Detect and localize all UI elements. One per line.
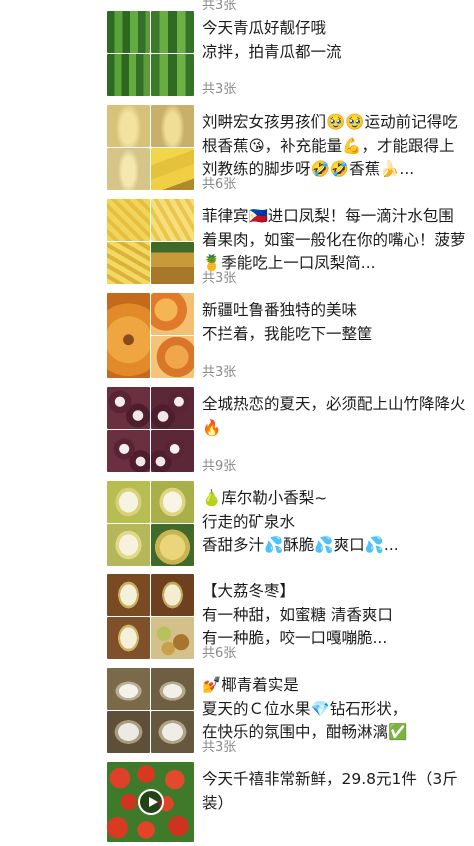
thumbnail[interactable]: [107, 148, 150, 190]
thumbnail[interactable]: [107, 617, 150, 659]
thumbnail[interactable]: [107, 430, 150, 472]
post[interactable]: 刘畊宏女孩男孩们🥹🥹运动前记得吃根香蕉😘，补充能量💪，才能跟得上刘教练的脚步呀🤣…: [0, 105, 474, 193]
thumbnail[interactable]: [151, 617, 194, 659]
post-text: 刘畊宏女孩男孩们🥹🥹运动前记得吃根香蕉😘，补充能量💪，才能跟得上刘教练的脚步呀🤣…: [202, 113, 458, 178]
post-text: 💅椰青着实是 夏天的Ｃ位水果💎钻石形状， 在快乐的氛围中，酣畅淋漓✅: [202, 676, 408, 741]
thumbnail[interactable]: [107, 711, 150, 753]
thumbnail[interactable]: [107, 199, 150, 241]
post[interactable]: 【大荔冬枣】 有一种甜，如蜜糖 清香爽口 有一种脆，咬一口嘎嘣脆... 共6张: [0, 574, 474, 662]
post[interactable]: 全城热恋的夏天，必须配上山竹降降火🔥 共9张: [0, 387, 474, 475]
thumbnail[interactable]: [107, 481, 150, 523]
image-count: 共3张: [202, 271, 237, 286]
post-text: 今天青瓜好靓仔哦 凉拌，拍青瓜都一流: [202, 19, 342, 61]
moments-feed: 共3张 今天青瓜好靓仔哦 凉拌，拍青瓜都一流 共3张 刘畊宏女孩男孩们🥹🥹运动前…: [0, 0, 474, 846]
thumbnail-grid[interactable]: [107, 668, 194, 753]
thumbnail[interactable]: [107, 668, 150, 710]
thumbnail[interactable]: [107, 105, 150, 147]
post[interactable]: 新疆吐鲁番独特的美味 不拦着，我能吃下一整筐 共3张: [0, 293, 474, 381]
post-text: 【大荔冬枣】 有一种甜，如蜜糖 清香爽口 有一种脆，咬一口嘎嘣脆...: [202, 582, 393, 647]
image-count: 共3张: [202, 82, 237, 97]
thumbnail[interactable]: [151, 668, 194, 710]
post[interactable]: 今天青瓜好靓仔哦 凉拌，拍青瓜都一流 共3张: [0, 11, 474, 99]
thumbnail[interactable]: [151, 293, 194, 335]
thumbnail[interactable]: [151, 11, 194, 53]
post-text: 🍐库尔勒小香梨~ 行走的矿泉水 香甜多汁💦酥脆💦爽口💦...: [202, 489, 399, 554]
thumbnail[interactable]: [151, 336, 194, 378]
thumbnail[interactable]: [107, 293, 150, 378]
post[interactable]: 菲律宾🇵🇭进口凤梨！每一滴汁水包围着果肉，如蜜一般化在你的嘴心！菠萝🍍季能吃上一…: [0, 199, 474, 287]
post[interactable]: 今天千禧非常新鲜，29.8元1件（3斤装）: [0, 762, 474, 846]
thumbnail[interactable]: [151, 524, 194, 566]
post-text: 今天千禧非常新鲜，29.8元1件（3斤装）: [202, 770, 458, 812]
image-count: 共6张: [202, 177, 237, 192]
image-count: 共9张: [202, 459, 237, 474]
play-icon[interactable]: [137, 789, 164, 815]
thumbnail[interactable]: [151, 481, 194, 523]
thumbnail[interactable]: [151, 574, 194, 616]
video-thumbnail[interactable]: [107, 762, 194, 842]
thumbnail[interactable]: [151, 54, 194, 96]
image-count: 共6张: [202, 646, 237, 661]
thumbnail-grid[interactable]: [107, 199, 194, 284]
thumbnail[interactable]: [107, 11, 150, 53]
thumbnail[interactable]: [151, 387, 194, 429]
thumbnail[interactable]: [107, 574, 150, 616]
post-text: 新疆吐鲁番独特的美味 不拦着，我能吃下一整筐: [202, 301, 373, 343]
thumbnail[interactable]: [107, 387, 150, 429]
thumbnail-grid[interactable]: [107, 574, 194, 659]
thumbnail[interactable]: [107, 524, 150, 566]
thumbnail-grid[interactable]: [107, 387, 194, 472]
thumbnail[interactable]: [107, 762, 194, 842]
thumbnail[interactable]: [151, 148, 194, 190]
thumbnail[interactable]: [107, 54, 150, 96]
thumbnail-grid[interactable]: [107, 11, 194, 96]
post[interactable]: 🍐库尔勒小香梨~ 行走的矿泉水 香甜多汁💦酥脆💦爽口💦...: [0, 481, 474, 569]
image-count: 共3张: [202, 365, 237, 380]
post-text: 菲律宾🇵🇭进口凤梨！每一滴汁水包围着果肉，如蜜一般化在你的嘴心！菠萝🍍季能吃上一…: [202, 207, 466, 272]
thumbnail[interactable]: [151, 242, 194, 284]
thumbnail[interactable]: [151, 199, 194, 241]
post-text: 全城热恋的夏天，必须配上山竹降降火🔥: [202, 395, 466, 437]
thumbnail[interactable]: [151, 105, 194, 147]
thumbnail[interactable]: [151, 711, 194, 753]
thumbnail-grid[interactable]: [107, 105, 194, 190]
thumbnail[interactable]: [107, 242, 150, 284]
thumbnail-grid[interactable]: [107, 481, 194, 566]
thumbnail-grid[interactable]: [107, 293, 194, 378]
image-count: 共3张: [202, 740, 237, 755]
post[interactable]: 💅椰青着实是 夏天的Ｃ位水果💎钻石形状， 在快乐的氛围中，酣畅淋漓✅ 共3张: [0, 668, 474, 756]
thumbnail[interactable]: [151, 430, 194, 472]
